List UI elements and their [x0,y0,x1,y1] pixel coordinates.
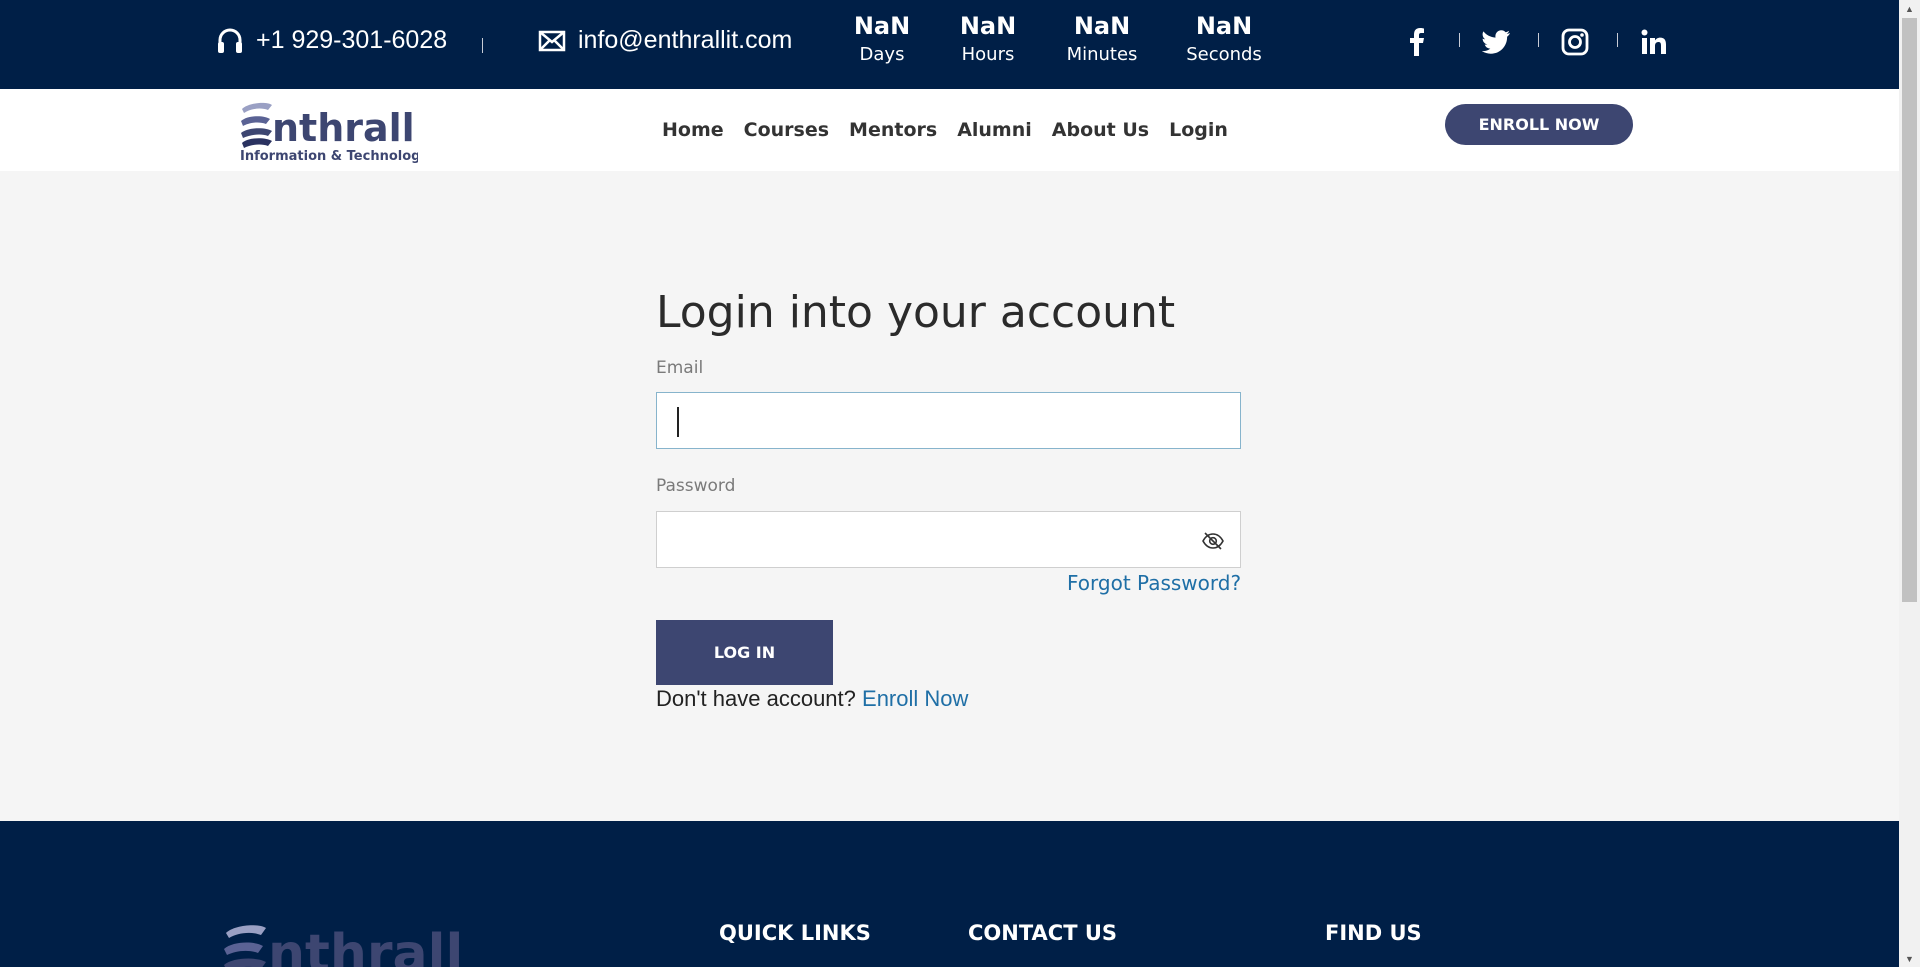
divider [482,38,483,53]
footer-logo[interactable]: nthrall [222,919,472,967]
email-field[interactable] [656,392,1241,449]
countdown-hours-value: NaN [959,12,1017,40]
countdown-days-value: NaN [853,12,911,40]
countdown-minutes-label: Minutes [1066,44,1138,65]
scrollbar-thumb[interactable] [1902,18,1917,602]
stacked-e-logo-icon [224,925,266,967]
linkedin-icon [1641,29,1666,54]
nav-mentors[interactable]: Mentors [849,119,937,141]
top-bar: +1 929-301-6028 info@enthrallit.com NaN … [0,0,1899,89]
countdown-days: NaN Days [827,10,937,68]
nav-alumni[interactable]: Alumni [957,119,1032,141]
divider [1617,33,1618,47]
scroll-up-arrow-icon[interactable]: ▲ [1899,0,1920,17]
enroll-now-button[interactable]: ENROLL NOW [1445,104,1633,145]
nav-login[interactable]: Login [1169,119,1228,141]
countdown-minutes: NaN Minutes [1047,10,1157,68]
page-title: Login into your account [656,287,1176,338]
divider [1538,33,1539,47]
eye-slash-icon [1202,532,1224,550]
nav-links: Home Courses Mentors Alumni About Us Log… [662,119,1248,141]
email-label: Email [656,358,704,378]
stacked-e-logo-icon [241,102,272,148]
nav-courses[interactable]: Courses [744,119,829,141]
email-contact[interactable]: info@enthrallit.com [538,26,792,55]
countdown-seconds: NaN Seconds [1169,10,1279,68]
signup-prompt: Don't have account? Enroll Now [656,686,968,712]
main-nav: nthrall Information & Technology Home Co… [0,89,1899,171]
footer: nthrall QUICK LINKS CONTACT US FIND US [0,821,1899,967]
countdown-hours-label: Hours [961,44,1015,65]
countdown-days-label: Days [859,44,905,65]
facebook-link[interactable] [1401,26,1433,58]
enthrall-logo[interactable]: nthrall Information & Technology [238,97,429,164]
divider [1459,33,1460,47]
footer-logo-wordmark: nthrall [268,924,463,967]
log-in-button[interactable]: LOG IN [656,620,833,685]
twitter-link[interactable] [1480,26,1512,58]
twitter-icon [1482,30,1510,54]
forgot-password-link[interactable]: Forgot Password? [1067,571,1241,595]
instagram-link[interactable] [1559,26,1591,58]
scroll-down-arrow-icon[interactable]: ▼ [1899,950,1920,967]
signup-prompt-text: Don't have account? [656,686,856,711]
countdown-minutes-value: NaN [1073,12,1131,40]
quick-links-heading: QUICK LINKS [719,921,871,945]
enroll-now-link[interactable]: Enroll Now [862,686,968,711]
countdown-seconds-label: Seconds [1186,44,1262,65]
vertical-scrollbar[interactable]: ▲ ▼ [1899,0,1920,967]
password-label: Password [656,476,736,496]
facebook-icon [1410,28,1424,56]
nav-home[interactable]: Home [662,119,724,141]
text-caret [677,407,679,437]
linkedin-link[interactable] [1638,26,1670,58]
password-field[interactable] [656,511,1241,568]
phone-contact[interactable]: +1 929-301-6028 [216,26,447,55]
email-address[interactable]: info@enthrallit.com [578,26,792,55]
countdown-seconds-value: NaN [1195,12,1253,40]
countdown-hours: NaN Hours [933,10,1043,68]
page: +1 929-301-6028 info@enthrallit.com NaN … [0,0,1899,967]
hide-password-toggle[interactable] [1202,532,1224,555]
headphones-icon [218,28,242,53]
logo-wordmark: nthrall [272,106,415,150]
logo-tagline: Information & Technology [240,149,418,163]
instagram-icon [1561,28,1589,56]
contact-us-heading: CONTACT US [968,921,1118,945]
phone-number[interactable]: +1 929-301-6028 [256,26,447,55]
envelope-icon [538,30,566,51]
find-us-heading: FIND US [1325,921,1422,945]
nav-about-us[interactable]: About Us [1052,119,1149,141]
